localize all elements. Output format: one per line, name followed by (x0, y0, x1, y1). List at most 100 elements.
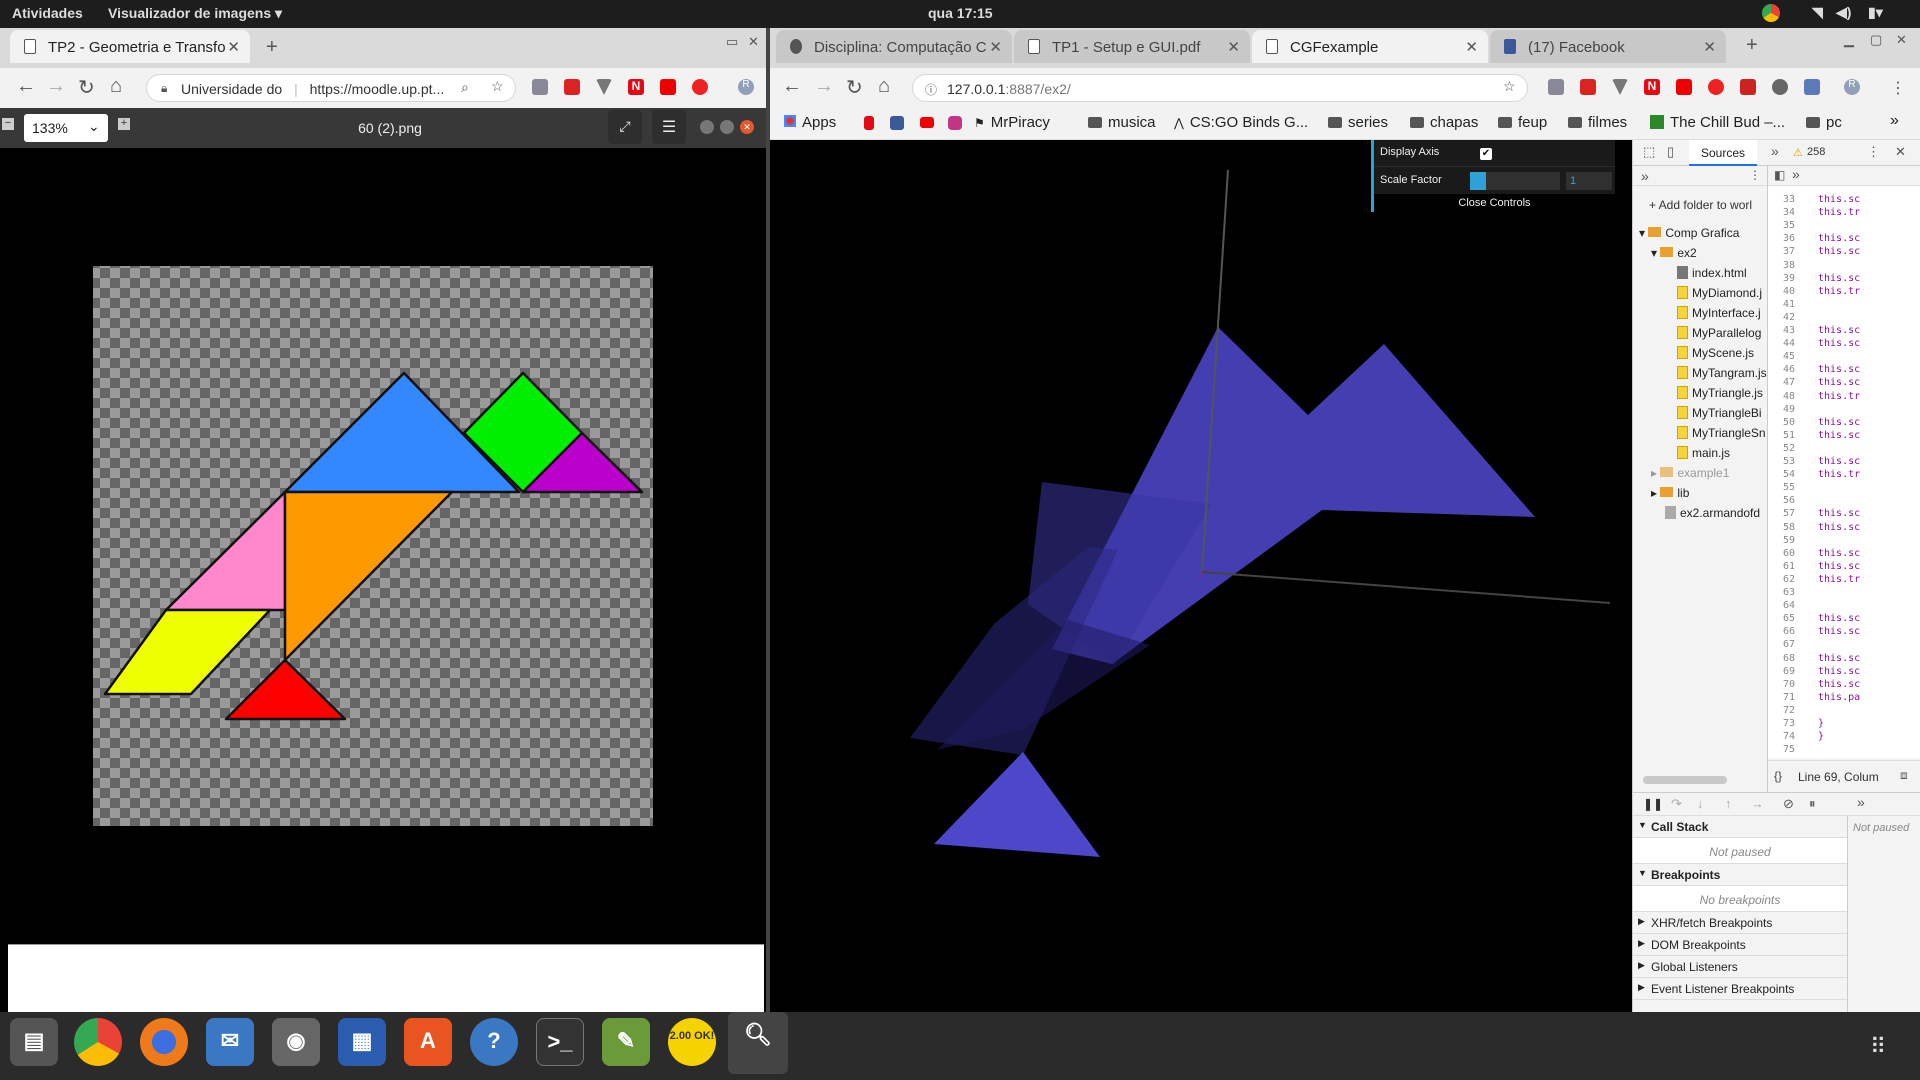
extension-puzzle-icon[interactable] (1804, 79, 1820, 95)
reload-icon[interactable]: ↻ (78, 75, 95, 100)
close-devtools-icon[interactable]: ✕ (1895, 144, 1906, 160)
tree-lib[interactable]: ▸ lib (1651, 486, 1689, 500)
navigator-scrollbar[interactable] (1643, 776, 1727, 784)
line-number[interactable]: 72 (1765, 705, 1795, 716)
bookmark-mrpiracy[interactable]: ⚑ MrPiracy (974, 114, 1050, 131)
line-number[interactable]: 60 (1765, 548, 1795, 559)
tab-sources[interactable]: Sources (1689, 140, 1757, 166)
bookmark-star-icon[interactable]: ☆ (1503, 78, 1516, 95)
zoom-in-button[interactable]: + (118, 118, 130, 130)
back-icon[interactable]: ← (782, 75, 802, 98)
pause-on-exceptions-icon[interactable]: ⏸ (1809, 796, 1816, 812)
maximize-window-button[interactable]: ▢ (1870, 32, 1882, 48)
extension-filter-icon[interactable] (596, 79, 612, 95)
tree-file[interactable]: MyTangram.js (1677, 366, 1767, 380)
bookmark-folder-filmes[interactable]: filmes (1568, 114, 1627, 131)
email-icon[interactable]: ✉ (206, 1018, 254, 1066)
line-number[interactable]: 55 (1765, 482, 1795, 493)
line-number[interactable]: 68 (1765, 653, 1795, 664)
tree-root[interactable]: ▾ Comp Grafica (1639, 226, 1739, 240)
warning-count[interactable]: 258 (1807, 146, 1825, 158)
app-menu[interactable]: Visualizador de imagens ▾ (108, 5, 282, 22)
line-number[interactable]: 64 (1765, 600, 1795, 611)
writer-icon[interactable]: ▦ (338, 1018, 386, 1066)
tree-other-file[interactable]: ex2.armandofd (1665, 506, 1767, 520)
line-number[interactable]: 42 (1765, 312, 1795, 323)
tree-file[interactable]: MyDiamond.j (1677, 286, 1767, 300)
extension-red-icon[interactable] (1580, 79, 1596, 95)
help-icon[interactable]: ? (470, 1018, 518, 1066)
line-number[interactable]: 75 (1765, 744, 1795, 755)
line-number[interactable]: 43 (1765, 325, 1795, 336)
extension-headphones-icon[interactable] (1772, 79, 1788, 95)
tree-ex2[interactable]: ▾ ex2 (1651, 246, 1697, 260)
line-number[interactable]: 59 (1765, 535, 1795, 546)
line-number[interactable]: 66 (1765, 626, 1795, 637)
event-listener-breakpoints-header[interactable]: ▶ Event Listener Breakpoints (1633, 978, 1847, 1000)
right-omnibox[interactable]: ⓘ 127.0.0.1:8887/ex2/ ☆ (912, 74, 1528, 102)
close-controls-button[interactable]: Close Controls (1374, 194, 1615, 212)
line-number[interactable]: 33 (1765, 194, 1795, 205)
tree-file[interactable]: MyInterface.j (1677, 306, 1767, 320)
netflix-bookmark-icon[interactable] (864, 116, 874, 130)
coverage-icon[interactable]: ⧈ (1900, 768, 1908, 783)
extension-filter-icon[interactable] (1612, 79, 1628, 95)
line-number[interactable]: 58 (1765, 522, 1795, 533)
line-number[interactable]: 44 (1765, 338, 1795, 349)
line-number[interactable]: 61 (1765, 561, 1795, 572)
bookmark-folder-series[interactable]: series (1328, 114, 1388, 131)
warning-icon[interactable]: ⚠ (1793, 146, 1803, 159)
tab-tp1-pdf[interactable]: TP1 - Setup e GUI.pdf ✕ (1014, 30, 1250, 63)
tab-cgfexample[interactable]: CGFexample ✕ (1252, 30, 1488, 63)
line-number[interactable]: 34 (1765, 207, 1795, 218)
line-number[interactable]: 38 (1765, 260, 1795, 271)
netflix-extension-icon[interactable]: N (1644, 79, 1660, 95)
youtube-bookmark-icon[interactable] (920, 117, 934, 128)
forward-icon[interactable]: → (814, 75, 834, 98)
step-into-icon[interactable]: ↓ (1697, 796, 1704, 811)
close-tab-icon[interactable]: ✕ (1227, 38, 1240, 56)
tree-example1[interactable]: ▸ example1 (1651, 466, 1729, 480)
navigator-menu-icon[interactable]: ⋮ (1749, 168, 1761, 182)
close-tab-icon[interactable]: ✕ (1703, 38, 1716, 56)
activities-button[interactable]: Atividades (12, 5, 83, 21)
extension-bars-icon[interactable] (532, 79, 548, 95)
tab-disciplina[interactable]: Disciplina: Computação C ✕ (776, 30, 1012, 63)
navigator-more-icon[interactable]: » (1641, 168, 1649, 184)
extension-bars-icon[interactable] (1548, 79, 1564, 95)
line-number[interactable]: 36 (1765, 233, 1795, 244)
close-tab-icon[interactable]: ✕ (989, 38, 1002, 56)
tab-facebook[interactable]: (17) Facebook ✕ (1490, 30, 1726, 63)
forward-icon[interactable]: → (46, 75, 66, 98)
sidebar-more-icon[interactable]: » (1857, 794, 1865, 810)
new-tab-button[interactable]: + (266, 36, 278, 59)
tree-file[interactable]: MyParallelog (1677, 326, 1767, 340)
tab-tp2[interactable]: TP2 - Geometria e Transfo ✕ (10, 30, 250, 63)
bookmark-apps[interactable]: Apps (784, 114, 836, 131)
left-omnibox[interactable]: 🔒︎ Universidade do | https://moodle.up.p… (146, 74, 516, 102)
software-center-icon[interactable]: A (404, 1018, 452, 1066)
toggle-navigator-icon[interactable]: ◧ (1774, 168, 1785, 182)
line-number[interactable]: 63 (1765, 587, 1795, 598)
pause-icon[interactable]: ❚❚ (1643, 797, 1663, 811)
bookmark-folder-chapas[interactable]: chapas (1410, 114, 1478, 131)
line-number[interactable]: 47 (1765, 377, 1795, 388)
line-number[interactable]: 69 (1765, 666, 1795, 677)
line-number[interactable]: 67 (1765, 639, 1795, 650)
fullscreen-icon[interactable]: ⤢ (608, 110, 642, 144)
profile-avatar[interactable]: R (1844, 79, 1860, 95)
close-tab-icon[interactable]: ✕ (227, 38, 240, 56)
close-window-button[interactable]: ✕ (748, 34, 759, 50)
dom-breakpoints-header[interactable]: ▶ DOM Breakpoints (1633, 934, 1847, 956)
step-out-icon[interactable]: ↑ (1725, 796, 1732, 811)
line-number[interactable]: 70 (1765, 679, 1795, 690)
menu-icon[interactable]: ☰ (652, 110, 686, 144)
clock[interactable]: qua 17:15 (928, 5, 993, 21)
webgl-canvas[interactable]: Display Axis ✔ Scale Factor 1 Close Cont… (770, 140, 1632, 1012)
zoom-select[interactable]: 133% ⌄ (24, 114, 108, 142)
files-icon[interactable]: ▤ (10, 1018, 58, 1066)
bookmark-folder-pc[interactable]: pc (1806, 114, 1842, 131)
xhr-breakpoints-header[interactable]: ▶ XHR/fetch Breakpoints (1633, 912, 1847, 934)
global-listeners-header[interactable]: ▶ Global Listeners (1633, 956, 1847, 978)
back-icon[interactable]: ← (16, 75, 36, 98)
